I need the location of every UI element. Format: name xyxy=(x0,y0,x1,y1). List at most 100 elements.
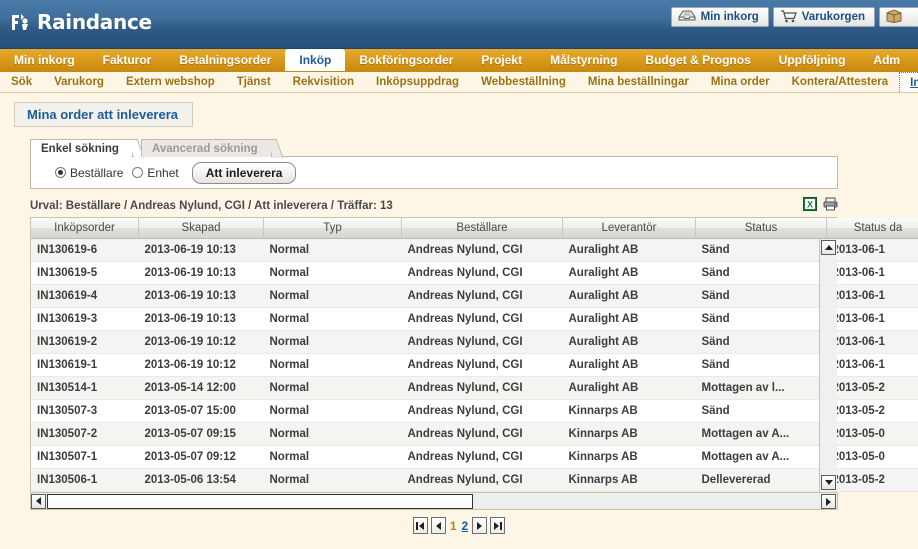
subnav-item-extern-webshop[interactable]: Extern webshop xyxy=(115,72,226,92)
subnav-item-mina-bestallningar[interactable]: Mina beställningar xyxy=(577,72,700,92)
header-varukorgen-button[interactable]: Varukorgen xyxy=(772,7,875,27)
search-panel: Enkel sökning Avancerad sökning Beställa… xyxy=(30,138,838,189)
cell-bestallare: Andreas Nylund, CGI xyxy=(401,399,563,423)
table-row[interactable]: IN130507-3 2013-05-07 15:00 Normal Andreas … xyxy=(31,399,918,423)
nav-item-adm[interactable]: Adm xyxy=(859,49,914,71)
nav-item-min-inkorg[interactable]: Min inkorg xyxy=(0,49,89,71)
cell-status: Mottagen av l... xyxy=(695,376,827,400)
cell-status: Sänd xyxy=(695,353,827,377)
subnav-item-rekvisition[interactable]: Rekvisition xyxy=(282,72,365,92)
subnav-item-inkopsuppdrag[interactable]: Inköpsuppdrag xyxy=(365,72,470,92)
cell-leverantor: Auralight AB xyxy=(562,376,696,400)
cell-status: Sänd xyxy=(695,261,827,285)
att-inleverera-button[interactable]: Att inleverera xyxy=(191,161,297,184)
nav-item-bokforingsorder[interactable]: Bokföringsorder xyxy=(345,49,467,71)
cell-skapad: 2013-06-19 10:13 xyxy=(138,307,264,331)
radio-bestallare-input[interactable] xyxy=(55,167,66,178)
header-third-button[interactable] xyxy=(879,7,918,27)
radio-bestallare-label: Beställare xyxy=(70,165,124,180)
radio-enhet-input[interactable] xyxy=(132,167,144,178)
radio-bestallare[interactable]: Beställare xyxy=(55,166,123,180)
column-header-leverantor[interactable]: Leverantör xyxy=(562,218,696,239)
grid-vertical-scrollbar[interactable] xyxy=(819,239,837,492)
orders-table: Inköpsorder Skapad Typ Beställare Levera… xyxy=(31,218,918,492)
column-header-status[interactable]: Status xyxy=(695,218,827,239)
pagination-page-2[interactable]: 2 xyxy=(461,519,470,533)
horizontal-scroll-track[interactable] xyxy=(473,494,837,509)
cell-status-datum: 2013-05-2 xyxy=(826,376,918,400)
table-row[interactable]: IN130619-3 2013-06-19 10:13 Normal Andreas … xyxy=(31,307,918,331)
column-header-status-datum[interactable]: Status da xyxy=(826,218,918,239)
nav-item-projekt[interactable]: Projekt xyxy=(467,49,536,71)
printer-icon[interactable] xyxy=(823,197,838,214)
cell-leverantor: Kinnarps AB xyxy=(562,468,696,492)
cell-leverantor: Auralight AB xyxy=(562,307,696,331)
cell-typ: Normal xyxy=(263,238,402,262)
pagination-last-button[interactable] xyxy=(490,517,506,534)
scroll-right-button[interactable] xyxy=(821,494,836,509)
excel-export-icon[interactable]: X xyxy=(803,197,817,214)
subnav-item-kontera-attestera[interactable]: Kontera/Attestera xyxy=(781,72,900,92)
table-row[interactable]: IN130619-6 2013-06-19 10:13 Normal Andreas … xyxy=(31,238,918,262)
tab-avancerad-sokning[interactable]: Avancerad sökning xyxy=(140,139,284,158)
table-row[interactable]: IN130506-1 2013-05-06 13:54 Normal Andreas … xyxy=(31,468,918,492)
column-header-bestallare[interactable]: Beställare xyxy=(401,218,563,239)
raindance-logo-icon xyxy=(10,12,31,33)
cell-status: Mottagen av A... xyxy=(695,422,827,446)
horizontal-scroll-thumb[interactable] xyxy=(47,493,473,509)
pagination-first-button[interactable] xyxy=(412,517,428,534)
nav-item-malstyrning[interactable]: Målstyrning xyxy=(536,49,631,71)
subnav-item-webbestallning[interactable]: Webbeställning xyxy=(470,72,577,92)
cell-skapad: 2013-05-06 13:54 xyxy=(138,468,264,492)
header-min-inkorg-button[interactable]: Min inkorg xyxy=(670,7,769,27)
cell-skapad: 2013-06-19 10:13 xyxy=(138,238,264,262)
search-panel-body: Beställare Enhet Att inleverera xyxy=(30,156,838,189)
pagination-prev-button[interactable] xyxy=(430,517,446,534)
tab-enkel-sokning[interactable]: Enkel sökning xyxy=(30,139,145,158)
nav-item-inkop[interactable]: Inköp xyxy=(285,49,346,71)
raindance-logo: Raindance xyxy=(10,10,152,34)
cell-inkopsorder: IN130619-2 xyxy=(31,330,139,354)
scroll-left-button[interactable] xyxy=(31,493,46,509)
table-row[interactable]: IN130514-1 2013-05-14 12:00 Normal Andreas … xyxy=(31,376,918,400)
subnav-item-mina-order[interactable]: Mina order xyxy=(700,72,781,92)
subnav-item-inleverans[interactable]: Inleverans xyxy=(899,72,918,92)
table-row[interactable]: IN130507-2 2013-05-07 09:15 Normal Andreas … xyxy=(31,422,918,446)
cell-bestallare: Andreas Nylund, CGI xyxy=(401,261,563,285)
main-navigation: Min inkorg Fakturor Betalningsorder Inkö… xyxy=(0,49,918,72)
table-row[interactable]: IN130619-2 2013-06-19 10:12 Normal Andreas … xyxy=(31,330,918,354)
nav-item-budget-prognos[interactable]: Budget & Prognos xyxy=(631,49,764,71)
cell-inkopsorder: IN130619-6 xyxy=(31,238,139,262)
radio-enhet[interactable]: Enhet xyxy=(132,166,179,180)
nav-item-fakturor[interactable]: Fakturor xyxy=(89,49,166,71)
cell-status-datum: 2013-05-2 xyxy=(826,399,918,423)
table-row[interactable]: IN130619-5 2013-06-19 10:13 Normal Andreas … xyxy=(31,261,918,285)
subnav-item-sok[interactable]: Sök xyxy=(0,72,43,92)
scroll-down-button[interactable] xyxy=(821,475,836,490)
tab-slant-edge xyxy=(266,139,284,158)
nav-item-uppfoljning[interactable]: Uppföljning xyxy=(765,49,860,71)
package-box-icon xyxy=(886,8,902,26)
column-header-inkopsorder[interactable]: Inköpsorder xyxy=(31,218,139,239)
svg-text:X: X xyxy=(807,200,813,210)
table-row[interactable]: IN130619-1 2013-06-19 10:12 Normal Andreas … xyxy=(31,353,918,377)
cell-typ: Normal xyxy=(263,307,402,331)
grid-horizontal-scrollbar[interactable] xyxy=(30,493,838,510)
table-row[interactable]: IN130507-1 2013-05-07 09:12 Normal Andreas … xyxy=(31,445,918,469)
table-row[interactable]: IN130619-4 2013-06-19 10:13 Normal Andreas … xyxy=(31,284,918,308)
cell-inkopsorder: IN130619-1 xyxy=(31,353,139,377)
app-header: Raindance Min inkorg Varukorgen xyxy=(0,0,918,49)
scroll-up-button[interactable] xyxy=(821,240,836,255)
column-header-typ[interactable]: Typ xyxy=(263,218,402,239)
pagination-next-button[interactable] xyxy=(472,517,488,534)
cell-skapad: 2013-05-07 09:15 xyxy=(138,422,264,446)
cell-status: Dellevererad xyxy=(695,468,827,492)
column-header-skapad[interactable]: Skapad xyxy=(138,218,264,239)
previous-page-icon xyxy=(435,521,441,530)
chevron-left-icon xyxy=(36,497,41,505)
cell-status-datum: 2013-05-0 xyxy=(826,422,918,446)
pagination-page-1[interactable]: 1 xyxy=(449,519,458,533)
subnav-item-varukorg[interactable]: Varukorg xyxy=(43,72,115,92)
nav-item-betalningsorder[interactable]: Betalningsorder xyxy=(165,49,285,71)
subnav-item-tjanst[interactable]: Tjänst xyxy=(226,72,282,92)
